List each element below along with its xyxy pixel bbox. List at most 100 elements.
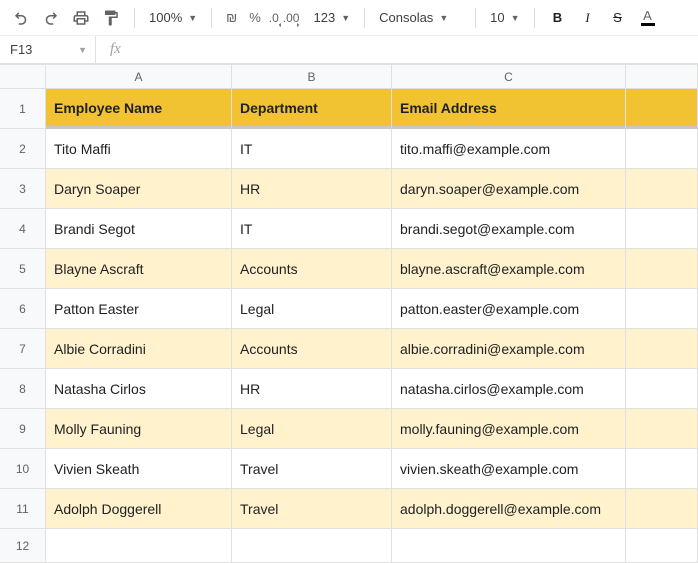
cell[interactable] <box>626 89 698 129</box>
column-header[interactable] <box>626 65 698 89</box>
cell[interactable]: Patton Easter <box>46 289 232 329</box>
cell[interactable]: daryn.soaper@example.com <box>392 169 626 209</box>
cell[interactable] <box>626 529 698 563</box>
cell[interactable] <box>626 329 698 369</box>
print-icon[interactable] <box>68 5 94 31</box>
undo-icon[interactable] <box>8 5 34 31</box>
cell[interactable]: Adolph Doggerell <box>46 489 232 529</box>
select-all-corner[interactable] <box>0 65 46 89</box>
cell[interactable]: Accounts <box>232 329 392 369</box>
row-header[interactable]: 11 <box>0 489 46 529</box>
font-size-value: 10 <box>490 10 504 25</box>
spreadsheet-grid: A B C 1 Employee Name Department Email A… <box>0 64 698 563</box>
formula-bar-row: F13 ▼ fx <box>0 36 698 64</box>
cell[interactable] <box>626 409 698 449</box>
text-color-button[interactable]: A <box>635 5 661 31</box>
row-header[interactable]: 12 <box>0 529 46 563</box>
cell[interactable]: Vivien Skeath <box>46 449 232 489</box>
row-header[interactable]: 1 <box>0 89 46 129</box>
cell[interactable]: Molly Fauning <box>46 409 232 449</box>
text-color-swatch <box>641 23 655 26</box>
currency-format-button[interactable]: ₪ <box>222 10 241 25</box>
cell[interactable]: IT <box>232 129 392 169</box>
column-header[interactable]: C <box>392 65 626 89</box>
text-color-label: A <box>643 9 652 22</box>
strikethrough-button[interactable]: S <box>605 5 631 31</box>
row-header[interactable]: 4 <box>0 209 46 249</box>
cell[interactable] <box>626 369 698 409</box>
cell[interactable]: Natasha Cirlos <box>46 369 232 409</box>
cell[interactable]: Brandi Segot <box>46 209 232 249</box>
chevron-down-icon: ▼ <box>78 45 95 55</box>
redo-icon[interactable] <box>38 5 64 31</box>
row-header[interactable]: 6 <box>0 289 46 329</box>
row-header[interactable]: 3 <box>0 169 46 209</box>
italic-button[interactable]: I <box>575 5 601 31</box>
row-header[interactable]: 8 <box>0 369 46 409</box>
separator <box>364 8 365 28</box>
paint-format-icon[interactable] <box>98 5 124 31</box>
more-formats-button[interactable]: 123 ▼ <box>309 5 354 31</box>
cell[interactable]: patton.easter@example.com <box>392 289 626 329</box>
cell[interactable] <box>626 249 698 289</box>
font-select[interactable]: Consolas ▼ <box>375 5 465 31</box>
cell[interactable]: Legal <box>232 289 392 329</box>
name-box-value: F13 <box>10 42 32 57</box>
cell[interactable]: adolph.doggerell@example.com <box>392 489 626 529</box>
cell[interactable]: Email Address <box>392 89 626 129</box>
cell[interactable]: Legal <box>232 409 392 449</box>
cell[interactable] <box>392 529 626 563</box>
cell[interactable]: tito.maffi@example.com <box>392 129 626 169</box>
cell[interactable] <box>626 289 698 329</box>
cell[interactable]: Travel <box>232 489 392 529</box>
cell[interactable] <box>626 449 698 489</box>
column-header[interactable]: B <box>232 65 392 89</box>
cell[interactable]: blayne.ascraft@example.com <box>392 249 626 289</box>
row-header[interactable]: 9 <box>0 409 46 449</box>
cell[interactable] <box>626 169 698 209</box>
cell[interactable] <box>626 489 698 529</box>
chevron-down-icon: ▼ <box>511 13 520 23</box>
cell[interactable] <box>232 529 392 563</box>
cell[interactable]: Department <box>232 89 392 129</box>
cell[interactable]: Blayne Ascraft <box>46 249 232 289</box>
font-value: Consolas <box>379 10 433 25</box>
cell[interactable]: IT <box>232 209 392 249</box>
cell[interactable]: molly.fauning@example.com <box>392 409 626 449</box>
column-header[interactable]: A <box>46 65 232 89</box>
zoom-value: 100% <box>149 10 182 25</box>
font-size-select[interactable]: 10 ▼ <box>486 5 523 31</box>
separator <box>211 8 212 28</box>
percent-format-button[interactable]: % <box>245 10 265 25</box>
increase-decimal-button[interactable]: .00 <box>283 5 306 31</box>
row-header[interactable]: 10 <box>0 449 46 489</box>
cell[interactable]: vivien.skeath@example.com <box>392 449 626 489</box>
cell[interactable]: brandi.segot@example.com <box>392 209 626 249</box>
cell[interactable] <box>46 529 232 563</box>
cell[interactable]: Travel <box>232 449 392 489</box>
cell[interactable]: HR <box>232 169 392 209</box>
row-header[interactable]: 7 <box>0 329 46 369</box>
name-box[interactable]: F13 ▼ <box>0 36 96 63</box>
cell[interactable]: albie.corradini@example.com <box>392 329 626 369</box>
cell[interactable]: Daryn Soaper <box>46 169 232 209</box>
cell[interactable]: HR <box>232 369 392 409</box>
chevron-down-icon: ▼ <box>188 13 197 23</box>
cell[interactable]: Employee Name <box>46 89 232 129</box>
zoom-select[interactable]: 100% ▼ <box>145 5 201 31</box>
cell[interactable] <box>626 129 698 169</box>
formula-input[interactable] <box>135 36 698 63</box>
row-header[interactable]: 2 <box>0 129 46 169</box>
bold-button[interactable]: B <box>545 5 571 31</box>
separator <box>534 8 535 28</box>
cell[interactable]: Accounts <box>232 249 392 289</box>
separator <box>475 8 476 28</box>
cell[interactable] <box>626 209 698 249</box>
cell[interactable]: Albie Corradini <box>46 329 232 369</box>
decrease-decimal-button[interactable]: .0 <box>269 5 279 31</box>
cell[interactable]: Tito Maffi <box>46 129 232 169</box>
row-header[interactable]: 5 <box>0 249 46 289</box>
cell[interactable]: natasha.cirlos@example.com <box>392 369 626 409</box>
chevron-down-icon: ▼ <box>439 13 448 23</box>
more-formats-label: 123 <box>313 10 335 25</box>
